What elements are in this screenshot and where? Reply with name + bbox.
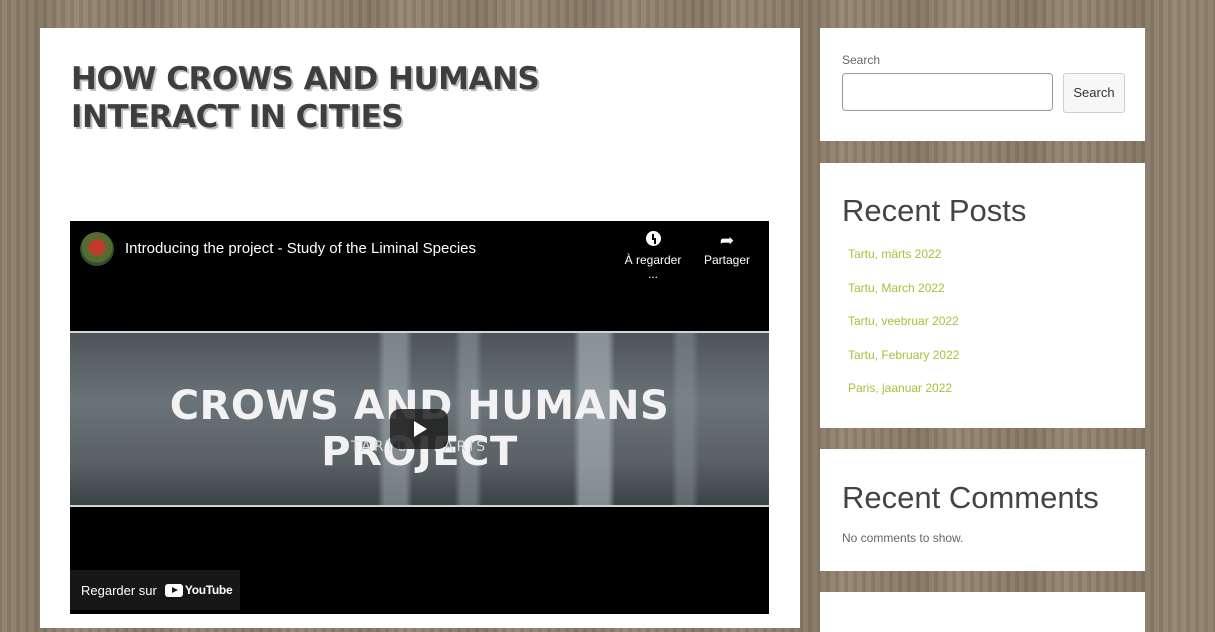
no-comments-text: No comments to show.: [842, 531, 964, 545]
post-title: HOW CROWS AND HUMANS INTERACT IN CITIES: [71, 61, 540, 135]
watch-later-label: À regarder ...: [624, 253, 682, 281]
youtube-play-icon: [164, 583, 183, 597]
video-title[interactable]: Introducing the project - Study of the L…: [125, 240, 476, 257]
recent-comments-widget: Recent Comments No comments to show.: [820, 449, 1145, 571]
search-button[interactable]: Search: [1063, 73, 1125, 113]
watch-on-youtube-button[interactable]: Regarder sur YouTube: [70, 570, 240, 610]
channel-avatar[interactable]: [80, 232, 114, 266]
youtube-embed[interactable]: Introducing the project - Study of the L…: [70, 221, 769, 614]
share-label: Partager: [703, 253, 751, 267]
clock-icon: [618, 231, 688, 251]
recent-post-link[interactable]: Paris, jaanuar 2022: [848, 381, 952, 395]
post-card: HOW CROWS AND HUMANS INTERACT IN CITIES …: [40, 28, 800, 628]
recent-post-link[interactable]: Tartu, veebruar 2022: [848, 314, 959, 328]
search-widget: Search Search: [820, 28, 1145, 141]
recent-posts-title: Recent Posts: [842, 193, 1027, 228]
youtube-logo: YouTube: [164, 583, 233, 597]
search-label: Search: [842, 53, 881, 67]
watch-later-button[interactable]: À regarder ...: [618, 231, 688, 281]
sidebar-widget-partial: [820, 592, 1145, 632]
watch-on-label: Regarder sur: [81, 582, 157, 598]
recent-comments-title: Recent Comments: [842, 480, 1099, 515]
recent-post-link[interactable]: Tartu, märts 2022: [848, 247, 941, 261]
youtube-logo-text: YouTube: [184, 583, 233, 597]
search-input[interactable]: [842, 73, 1053, 111]
share-arrow-icon: ➦: [719, 231, 735, 250]
recent-post-link[interactable]: Tartu, March 2022: [848, 281, 945, 295]
recent-posts-widget: Recent Posts Tartu, märts 2022 Tartu, Ma…: [820, 163, 1145, 428]
play-button[interactable]: [390, 409, 448, 449]
recent-post-link[interactable]: Tartu, February 2022: [848, 348, 959, 362]
share-button[interactable]: ➦ Partager: [702, 231, 752, 267]
